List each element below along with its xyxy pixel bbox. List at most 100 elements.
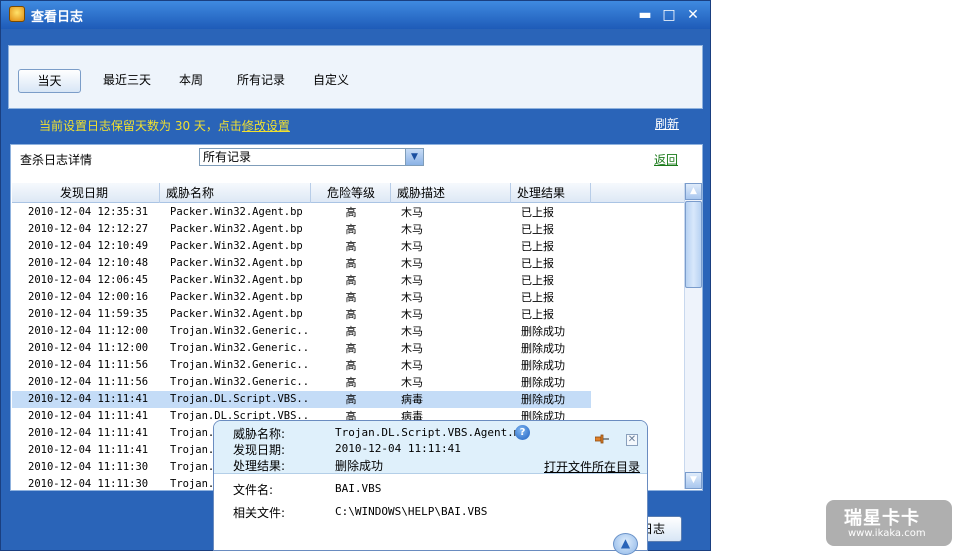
watermark-url: www.ikaka.com (848, 528, 926, 539)
pin-icon[interactable] (595, 434, 609, 444)
cell-threat-desc: 木马 (401, 325, 423, 338)
cell-found-date: 2010-12-04 11:11:30 (28, 461, 149, 473)
cell-threat-desc: 木马 (401, 274, 423, 287)
header-found-date[interactable]: 发现日期 (12, 183, 160, 203)
header-threat-desc[interactable]: 威胁描述 (391, 183, 511, 203)
cell-found-date: 2010-12-04 12:12:27 (28, 223, 149, 235)
scroll-up-button[interactable]: ▲ (685, 183, 702, 200)
cell-threat-name: Packer.Win32.Agent.bp (170, 223, 303, 235)
maximize-button[interactable]: □ (661, 7, 677, 23)
cell-risk-level: 高 (345, 206, 357, 219)
table-row[interactable]: 2010-12-04 11:12:00 Trojan.Win32.Generic.… (12, 340, 684, 357)
cell-result: 已上报 (521, 240, 554, 253)
vertical-scrollbar[interactable]: ▲ ▼ (684, 183, 702, 489)
cell-result: 已上报 (521, 223, 554, 236)
cell-found-date: 2010-12-04 11:12:00 (28, 325, 149, 337)
window-title: 查看日志 (31, 10, 84, 25)
title-bar[interactable]: 查看日志 ▬ □ ✕ (1, 1, 710, 29)
record-filter-select[interactable]: 所有记录 ▼ (199, 148, 424, 166)
cell-threat-desc: 木马 (401, 223, 423, 236)
chevron-down-icon[interactable]: ▼ (405, 149, 423, 165)
refresh-link[interactable]: 刷新 (655, 115, 679, 132)
cell-risk-level: 高 (345, 376, 357, 389)
scroll-thumb[interactable] (685, 201, 702, 288)
cell-threat-name: Trojan.DL.Script.VBS... (170, 393, 310, 405)
cell-found-date: 2010-12-04 11:11:41 (28, 393, 149, 405)
header-risk-level[interactable]: 危险等级 (311, 183, 391, 203)
cell-found-date: 2010-12-04 11:11:41 (28, 444, 149, 456)
cell-threat-name: Packer.Win32.Agent.bp (170, 240, 303, 252)
tab-today[interactable]: 当天 (18, 69, 81, 93)
watermark-brand: 瑞星卡卡 (844, 508, 920, 529)
open-file-directory-link[interactable]: 打开文件所在目录 (544, 458, 640, 475)
cell-result: 已上报 (521, 274, 554, 287)
retention-notice: 当前设置日志保留天数为 30 天，点击修改设置 (39, 117, 290, 134)
table-row[interactable]: 2010-12-04 12:12:27 Packer.Win32.Agent.bp… (12, 221, 684, 238)
cell-threat-desc: 木马 (401, 206, 423, 219)
filename-value: BAI.VBS (335, 482, 382, 495)
header-result[interactable]: 处理结果 (511, 183, 591, 203)
cell-result: 已上报 (521, 291, 554, 304)
cell-threat-desc: 木马 (401, 257, 423, 270)
cell-threat-name: Packer.Win32.Agent.bp (170, 291, 303, 303)
modify-settings-link[interactable]: 修改设置 (242, 119, 290, 133)
cell-threat-desc: 病毒 (401, 393, 423, 406)
record-filter-value: 所有记录 (203, 150, 252, 164)
help-icon[interactable]: ? (515, 425, 530, 440)
table-row[interactable]: 2010-12-04 11:11:56 Trojan.Win32.Generic.… (12, 357, 684, 374)
threat-name-value: Trojan.DL.Script.VBS.Agent.mm (335, 426, 528, 439)
cell-found-date: 2010-12-04 11:59:35 (28, 308, 149, 320)
cell-found-date: 2010-12-04 12:35:31 (28, 206, 149, 218)
tab-custom[interactable]: 自定义 (307, 69, 355, 93)
result-label: 处理结果: (233, 459, 286, 473)
found-date-value: 2010-12-04 11:11:41 (335, 442, 461, 455)
date-filter-tabs: 当天 最近三天 本周 所有记录 自定义 (8, 45, 703, 109)
table-row[interactable]: 2010-12-04 11:59:35 Packer.Win32.Agent.bp… (12, 306, 684, 323)
watermark-logo: 瑞星卡卡 www.ikaka.com (826, 500, 952, 546)
scroll-down-button[interactable]: ▼ (685, 472, 702, 489)
cell-threat-name: Trojan.Win32.Generic... (170, 342, 310, 354)
table-row[interactable]: 2010-12-04 11:11:41 Trojan.DL.Script.VBS.… (12, 391, 591, 408)
close-button[interactable]: ✕ (685, 7, 701, 23)
cell-result: 删除成功 (521, 342, 565, 355)
cell-found-date: 2010-12-04 12:10:49 (28, 240, 149, 252)
cell-found-date: 2010-12-04 11:11:30 (28, 478, 149, 489)
cell-found-date: 2010-12-04 11:11:56 (28, 376, 149, 388)
popup-close-icon[interactable]: ✕ (626, 434, 638, 446)
filename-label: 文件名: (233, 483, 274, 497)
minimize-button[interactable]: ▬ (637, 7, 653, 23)
tab-all-records[interactable]: 所有记录 (231, 69, 291, 93)
table-row[interactable]: 2010-12-04 11:12:00 Trojan.Win32.Generic.… (12, 323, 684, 340)
table-row[interactable]: 2010-12-04 12:06:45 Packer.Win32.Agent.bp… (12, 272, 684, 289)
detail-label: 查杀日志详情 (20, 153, 93, 167)
cell-found-date: 2010-12-04 12:00:16 (28, 291, 149, 303)
cell-threat-desc: 木马 (401, 308, 423, 321)
cell-risk-level: 高 (345, 359, 357, 372)
cell-found-date: 2010-12-04 11:11:41 (28, 427, 149, 439)
cell-result: 已上报 (521, 206, 554, 219)
tab-last-three-days[interactable]: 最近三天 (93, 69, 161, 93)
back-link[interactable]: 返回 (654, 151, 678, 168)
cell-threat-desc: 木马 (401, 376, 423, 389)
popup-header: 威胁名称: Trojan.DL.Script.VBS.Agent.mm ? ✕ … (214, 421, 647, 474)
cell-threat-name: Trojan.Win32.Generic... (170, 376, 310, 388)
table-row[interactable]: 2010-12-04 12:00:16 Packer.Win32.Agent.bp… (12, 289, 684, 306)
cell-found-date: 2010-12-04 12:10:48 (28, 257, 149, 269)
table-row[interactable]: 2010-12-04 12:10:49 Packer.Win32.Agent.bp… (12, 238, 684, 255)
cell-result: 删除成功 (521, 325, 565, 338)
cell-found-date: 2010-12-04 11:12:00 (28, 342, 149, 354)
cell-threat-name: Packer.Win32.Agent.bp (170, 274, 303, 286)
table-row[interactable]: 2010-12-04 12:35:31 Packer.Win32.Agent.bp… (12, 204, 684, 221)
cell-result: 删除成功 (521, 359, 565, 372)
scroll-up-icon[interactable]: ▲ (613, 533, 638, 555)
table-row[interactable]: 2010-12-04 12:10:48 Packer.Win32.Agent.bp… (12, 255, 684, 272)
cell-risk-level: 高 (345, 308, 357, 321)
table-row[interactable]: 2010-12-04 11:11:56 Trojan.Win32.Generic.… (12, 374, 684, 391)
cell-threat-desc: 木马 (401, 342, 423, 355)
tab-this-week[interactable]: 本周 (171, 69, 211, 93)
cell-risk-level: 高 (345, 325, 357, 338)
header-threat-name[interactable]: 威胁名称 (160, 183, 311, 203)
app-shield-icon (9, 6, 25, 22)
retention-notice-text: 当前设置日志保留天数为 30 天，点击 (39, 119, 242, 133)
cell-risk-level: 高 (345, 291, 357, 304)
